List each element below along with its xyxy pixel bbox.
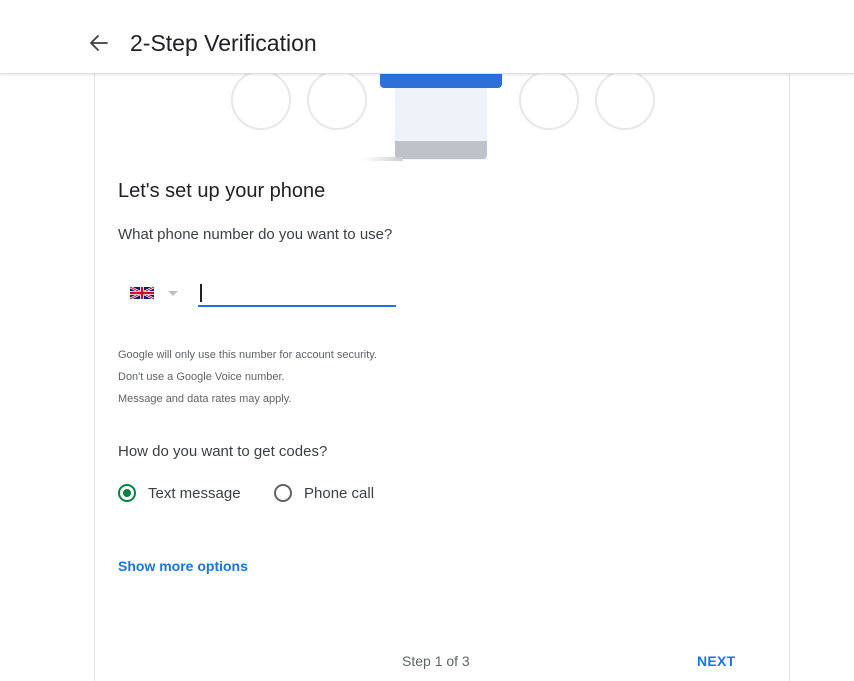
text-cursor	[200, 284, 202, 302]
info-line-voice: Don't use a Google Voice number.	[118, 371, 285, 383]
decorative-circle	[595, 70, 655, 130]
header-divider	[0, 73, 854, 74]
phone-number-input[interactable]	[198, 281, 396, 307]
setup-heading: Let's set up your phone	[118, 180, 326, 202]
page-title: 2-Step Verification	[130, 30, 317, 56]
show-more-options-link[interactable]: Show more options	[118, 558, 248, 574]
radio-button-unchecked[interactable]	[274, 484, 292, 502]
top-app-bar: 2-Step Verification	[0, 0, 854, 73]
page: 2-Step Verification Let's set up your ph…	[0, 0, 854, 681]
decorative-circle	[519, 70, 579, 130]
phone-illustration-shadow	[363, 157, 403, 161]
step-indicator: Step 1 of 3	[402, 653, 470, 669]
uk-flag-icon	[130, 286, 154, 300]
decorative-circle	[307, 70, 367, 130]
arrow-back-icon[interactable]	[89, 33, 109, 53]
chevron-down-icon	[168, 291, 178, 296]
phone-question: What phone number do you want to use?	[118, 226, 393, 243]
radio-button-checked[interactable]	[118, 484, 136, 502]
info-line-rates: Message and data rates may apply.	[118, 393, 292, 405]
country-selector[interactable]	[130, 284, 190, 302]
phone-illustration-base	[395, 141, 487, 159]
next-button[interactable]: NEXT	[697, 653, 736, 669]
codes-question: How do you want to get codes?	[118, 443, 328, 460]
info-line-security: Google will only use this number for acc…	[118, 349, 378, 361]
decorative-circle	[231, 70, 291, 130]
radio-label: Phone call	[304, 485, 375, 502]
radio-label: Text message	[148, 485, 241, 502]
